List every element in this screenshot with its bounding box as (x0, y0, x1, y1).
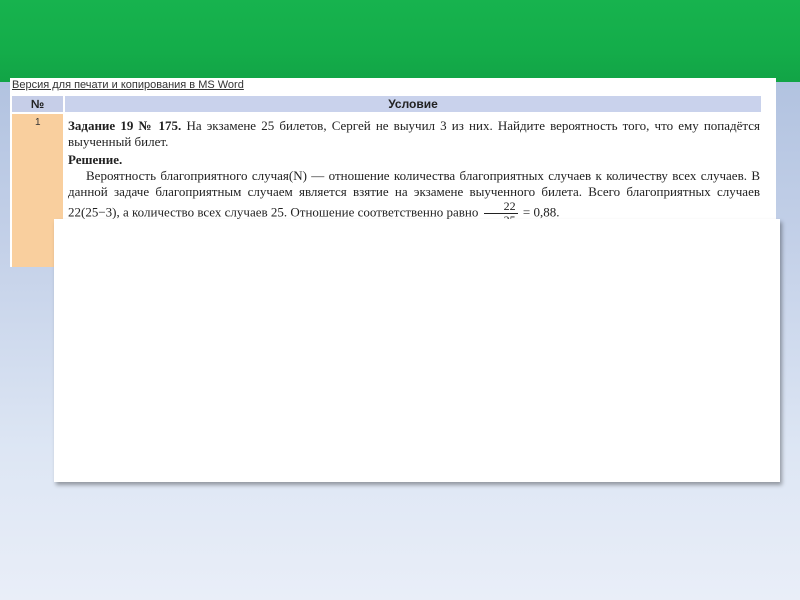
row-number: 1 (35, 117, 41, 128)
task-label: Задание 19 № 175. (68, 118, 182, 133)
blank-white-panel (54, 219, 780, 482)
condition-cell: Задание 19 № 175. На экзамене 25 билетов… (68, 118, 760, 227)
solution-title: Решение. (68, 152, 123, 167)
column-header-number: № (12, 96, 63, 112)
green-title-band (0, 0, 800, 82)
fraction-numerator: 22 (483, 200, 518, 214)
task-statement: Задание 19 № 175. На экзамене 25 билетов… (68, 118, 760, 150)
solution-result: = 0,88. (522, 204, 560, 220)
solution-text: Вероятность благоприятного случая(N) — о… (68, 168, 760, 220)
column-header-condition: Условие (65, 96, 761, 112)
print-version-link[interactable]: Версия для печати и копирования в MS Wor… (12, 79, 244, 91)
